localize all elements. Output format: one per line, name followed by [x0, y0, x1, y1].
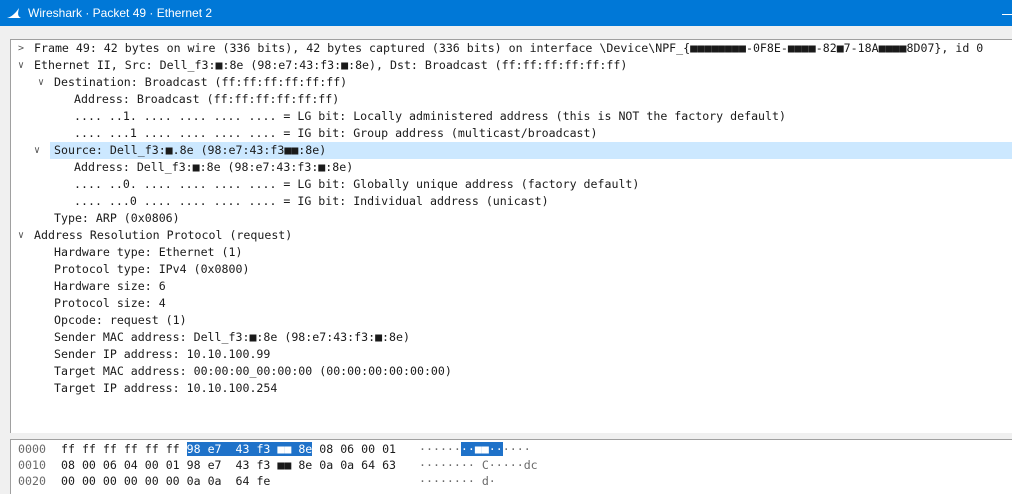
hex-text: ff ff ff ff ff ff	[61, 442, 187, 456]
tree-row-label: Sender IP address: 10.10.100.99	[54, 347, 271, 361]
hex-bytes[interactable]: 00 00 00 00 00 00 0a 0a 64 fe	[61, 473, 270, 489]
tree-row[interactable]: Hardware size: 6	[11, 278, 1012, 295]
tree-row[interactable]: Target MAC address: 00:00:00_00:00:00 (0…	[11, 363, 1012, 380]
hex-text: 08 00 06 04 00 01 98 e7 43 f3 ■■ 8e 0a 0…	[61, 458, 397, 472]
tree-row-label: Hardware type: Ethernet (1)	[54, 245, 243, 259]
tree-row-label: Protocol type: IPv4 (0x0800)	[54, 262, 250, 276]
tree-row[interactable]: Address: Dell_f3:■:8e (98:e7:43:f3:■:8e)	[11, 159, 1012, 176]
tree-row-label: Ethernet II, Src: Dell_f3:■:8e (98:e7:43…	[34, 58, 628, 72]
bytes-row[interactable]: 0010 08 00 06 04 00 01 98 e7 43 f3 ■■ 8e …	[11, 457, 1012, 473]
chevron-down-icon[interactable]: ∨	[35, 74, 47, 91]
ascii-text: ········ d·	[419, 474, 496, 488]
tree-row-label: Address: Broadcast (ff:ff:ff:ff:ff:ff)	[74, 92, 340, 106]
tree-row-label: Sender MAC address: Dell_f3:■:8e (98:e7:…	[54, 330, 410, 344]
chevron-down-icon[interactable]: ∨	[15, 57, 27, 74]
ascii-text: ····	[502, 442, 531, 456]
tree-row-label: Frame 49: 42 bytes on wire (336 bits), 4…	[34, 41, 984, 55]
tree-row-label: .... ...0 .... .... .... .... = IG bit: …	[74, 194, 549, 208]
tree-row-label: Source: Dell_f3:■.8e (98:e7:43:f3■■:8e)	[54, 143, 327, 157]
hex-bytes[interactable]: ff ff ff ff ff ff 98 e7 43 f3 ■■ 8e 08 0…	[61, 441, 396, 457]
minimize-button[interactable]	[998, 0, 1012, 26]
tree-row[interactable]: ∨ Destination: Broadcast (ff:ff:ff:ff:ff:…	[11, 74, 1012, 91]
ascii-bytes[interactable]: ········ C·····dc	[419, 457, 538, 473]
tree-row[interactable]: ∨ Ethernet II, Src: Dell_f3:■:8e (98:e7:4…	[11, 57, 1012, 74]
tree-row-label: Protocol size: 4	[54, 296, 166, 310]
ascii-text: ······	[419, 442, 461, 456]
tree-row[interactable]: > Frame 49: 42 bytes on wire (336 bits), …	[11, 40, 1012, 57]
tree-row-label: Type: ARP (0x0806)	[54, 211, 180, 225]
tree-row-label: Address: Dell_f3:■:8e (98:e7:43:f3:■:8e)	[74, 160, 354, 174]
tree-row[interactable]: Target IP address: 10.10.100.254	[11, 380, 1012, 397]
chevron-right-icon[interactable]: >	[15, 40, 27, 57]
tree-row[interactable]: .... ...0 .... .... .... .... = IG bit: …	[11, 193, 1012, 210]
tree-row-label: Address Resolution Protocol (request)	[34, 228, 293, 242]
hex-highlight: 98 e7 43 f3 ■■ 8e	[186, 442, 313, 456]
tree-row[interactable]: Protocol size: 4	[11, 295, 1012, 312]
tree-row[interactable]: Opcode: request (1)	[11, 312, 1012, 329]
tree-row[interactable]: Hardware type: Ethernet (1)	[11, 244, 1012, 261]
tree-row[interactable]: Sender MAC address: Dell_f3:■:8e (98:e7:…	[11, 329, 1012, 346]
chevron-down-icon[interactable]: ∨	[15, 227, 27, 244]
ascii-text: ········ C·····dc	[419, 458, 538, 472]
byte-offset: 0010	[18, 458, 46, 472]
tree-row-label: Target MAC address: 00:00:00_00:00:00 (0…	[54, 364, 452, 378]
hex-bytes[interactable]: 08 00 06 04 00 01 98 e7 43 f3 ■■ 8e 0a 0…	[61, 457, 396, 473]
window-title: Wireshark · Packet 49 · Ethernet 2	[28, 6, 213, 20]
ascii-bytes[interactable]: ········■■······	[419, 441, 531, 457]
ascii-highlight: ··■■··	[460, 442, 503, 456]
tree-row-label: Destination: Broadcast (ff:ff:ff:ff:ff:f…	[54, 75, 348, 89]
tree-row-label: .... ..1. .... .... .... .... = LG bit: …	[74, 109, 786, 123]
tree-row[interactable]: .... ..0. .... .... .... .... = LG bit: …	[11, 176, 1012, 193]
byte-offset: 0020	[18, 474, 46, 488]
tree-row-label: Hardware size: 6	[54, 279, 166, 293]
tree-row[interactable]: Address: Broadcast (ff:ff:ff:ff:ff:ff)	[11, 91, 1012, 108]
tree-row-label: Opcode: request (1)	[54, 313, 187, 327]
ascii-bytes[interactable]: ········ d·	[419, 473, 496, 489]
bytes-row[interactable]: 0000 ff ff ff ff ff ff 98 e7 43 f3 ■■ 8e …	[11, 441, 1012, 457]
packet-details-tree[interactable]: > Frame 49: 42 bytes on wire (336 bits), …	[10, 39, 1012, 433]
tree-row[interactable]: .... ..1. .... .... .... .... = LG bit: …	[11, 108, 1012, 125]
byte-offset: 0000	[18, 442, 46, 456]
tree-row[interactable]: Protocol type: IPv4 (0x0800)	[11, 261, 1012, 278]
title-bar[interactable]: Wireshark · Packet 49 · Ethernet 2	[0, 0, 1012, 26]
tree-row[interactable]: .... ...1 .... .... .... .... = IG bit: …	[11, 125, 1012, 142]
tree-row-label: Target IP address: 10.10.100.254	[54, 381, 278, 395]
hex-text: 08 06 00 01	[312, 442, 397, 456]
tree-row[interactable]: ∨ Source: Dell_f3:■.8e (98:e7:43:f3■■:8e)	[34, 142, 1012, 159]
tree-row[interactable]: Type: ARP (0x0806)	[11, 210, 1012, 227]
chevron-down-icon[interactable]: ∨	[31, 142, 43, 159]
tree-row-label: .... ..0. .... .... .... .... = LG bit: …	[74, 177, 640, 191]
wireshark-fin-icon	[7, 8, 21, 18]
tree-row[interactable]: ∨ Address Resolution Protocol (request)	[11, 227, 1012, 244]
bytes-row[interactable]: 0020 00 00 00 00 00 00 0a 0a 64 fe ·······…	[11, 473, 1012, 489]
tree-row[interactable]: Sender IP address: 10.10.100.99	[11, 346, 1012, 363]
packet-bytes-pane[interactable]: 0000 ff ff ff ff ff ff 98 e7 43 f3 ■■ 8e …	[10, 439, 1012, 494]
hex-text: 00 00 00 00 00 00 0a 0a 64 fe	[61, 474, 271, 488]
tree-row-label: .... ...1 .... .... .... .... = IG bit: …	[74, 126, 598, 140]
